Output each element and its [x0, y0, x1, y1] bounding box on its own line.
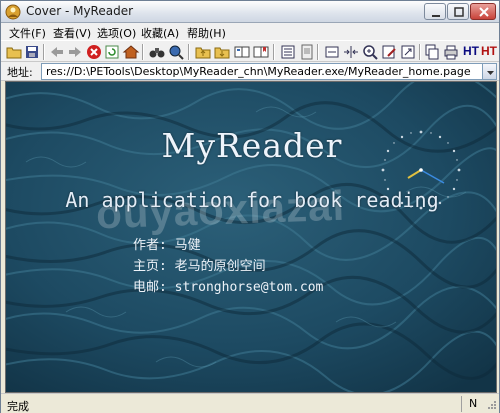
status-indicator: N	[469, 397, 478, 410]
html-view-button[interactable]: HT	[463, 44, 479, 58]
resize-grip-icon[interactable]	[485, 398, 497, 410]
page-content: ouyaoxiazai MyReader An application for …	[5, 81, 497, 393]
address-dropdown-button[interactable]	[482, 63, 497, 80]
toolbar-separator	[273, 44, 275, 60]
status-divider	[461, 396, 462, 412]
close-button[interactable]	[470, 3, 496, 20]
table-of-contents-icon[interactable]	[279, 43, 297, 61]
status-bar: 完成 N	[1, 393, 499, 413]
address-bar: 地址: res://D:\PETools\Desktop\MyReader_ch…	[1, 62, 499, 81]
menu-view[interactable]: 查看(V)	[53, 25, 91, 41]
copy-icon[interactable]	[423, 43, 441, 61]
html-source-button[interactable]: HT	[481, 44, 497, 58]
toolbar: HT HT	[1, 40, 499, 62]
folder-up-icon[interactable]	[194, 43, 212, 61]
toolbar-separator	[142, 44, 144, 60]
address-label: 地址:	[7, 66, 33, 79]
clock-icon	[381, 130, 461, 210]
page-view-icon[interactable]	[298, 43, 316, 61]
print-icon[interactable]	[442, 43, 460, 61]
address-input[interactable]: res://D:\PETools\Desktop\MyReader_chn\My…	[41, 63, 483, 80]
fit-width-icon[interactable]	[323, 43, 341, 61]
home-icon[interactable]	[122, 43, 140, 61]
menu-file[interactable]: 文件(F)	[9, 25, 46, 41]
menu-favorites[interactable]: 收藏(A)	[141, 25, 179, 41]
open-folder-icon[interactable]	[5, 43, 23, 61]
status-text: 完成	[7, 400, 29, 413]
zoom-icon[interactable]	[361, 43, 379, 61]
refresh-icon[interactable]	[103, 43, 121, 61]
split-arrows-icon[interactable]	[342, 43, 360, 61]
toolbar-separator	[317, 44, 319, 60]
author-line: 作者: 马健	[133, 238, 201, 253]
edit-page-icon[interactable]	[380, 43, 398, 61]
menu-options[interactable]: 选项(O)	[97, 25, 136, 41]
bookmark-icon[interactable]	[252, 43, 270, 61]
stop-icon[interactable]	[85, 43, 103, 61]
maximize-button[interactable]	[447, 3, 469, 20]
toolbar-separator	[419, 44, 421, 60]
app-icon	[5, 4, 21, 20]
find-binoculars-icon[interactable]	[148, 43, 166, 61]
search-globe-icon[interactable]	[167, 43, 185, 61]
export-icon[interactable]	[399, 43, 417, 61]
forward-arrow-icon[interactable]	[66, 43, 84, 61]
save-icon[interactable]	[23, 43, 41, 61]
back-arrow-icon[interactable]	[48, 43, 66, 61]
chevron-down-icon	[487, 71, 494, 75]
email-link[interactable]: 电邮: stronghorse@tom.com	[133, 276, 323, 295]
window-title: Cover - MyReader	[26, 4, 134, 18]
minimize-button[interactable]	[424, 3, 446, 20]
folder-down-icon[interactable]	[213, 43, 231, 61]
toolbar-separator	[188, 44, 190, 60]
toolbar-separator	[43, 44, 45, 60]
homepage-link[interactable]: 主页: 老马的原创空间	[133, 255, 266, 274]
app-window: Cover - MyReader 文件(F) 查看(V) 选项(O) 收藏(A)…	[0, 0, 500, 413]
menu-help[interactable]: 帮助(H)	[187, 25, 226, 41]
menu-bar: 文件(F) 查看(V) 选项(O) 收藏(A) 帮助(H)	[1, 23, 499, 40]
title-bar[interactable]: Cover - MyReader	[1, 1, 499, 23]
book-icon[interactable]	[233, 43, 251, 61]
